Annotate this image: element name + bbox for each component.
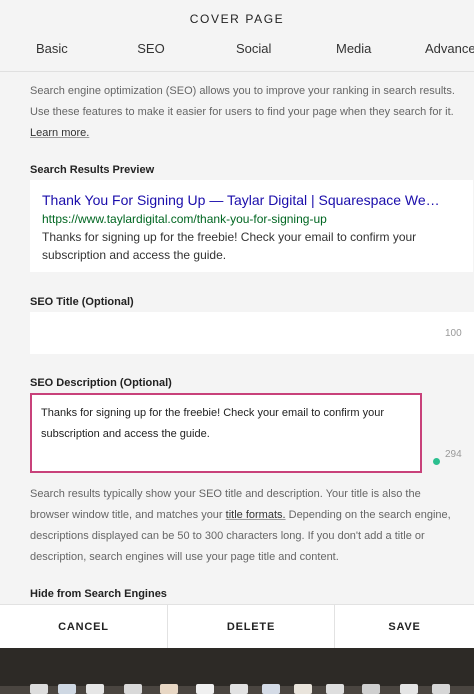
- seo-description-input[interactable]: Thanks for signing up for the freebie! C…: [30, 393, 422, 473]
- intro-body: Search engine optimization (SEO) allows …: [30, 85, 455, 118]
- learn-more-link[interactable]: Learn more.: [30, 127, 89, 139]
- dock-thumb[interactable]: [196, 684, 214, 694]
- seo-title-input[interactable]: [30, 312, 474, 354]
- tab-social[interactable]: Social: [236, 40, 271, 72]
- panel-header: COVER PAGE Basic SEO Social Media Advanc…: [0, 0, 474, 72]
- intro-text: Search engine optimization (SEO) allows …: [30, 81, 455, 144]
- help-text: Search results typically show your SEO t…: [30, 484, 455, 568]
- dock-thumb[interactable]: [124, 684, 142, 694]
- page-title: COVER PAGE: [189, 12, 285, 26]
- tab-bar: Basic SEO Social Media Advance: [0, 40, 474, 72]
- dock-thumb[interactable]: [30, 684, 48, 694]
- search-results-preview: Thank You For Signing Up — Taylar Digita…: [30, 180, 473, 272]
- dock-thumb[interactable]: [362, 684, 380, 694]
- dock-thumb[interactable]: [400, 684, 418, 694]
- preview-description: Thanks for signing up for the freebie! C…: [42, 230, 417, 262]
- dock-thumb[interactable]: [86, 684, 104, 694]
- dock-thumb[interactable]: [432, 684, 450, 694]
- preview-title: Thank You For Signing Up — Taylar Digita…: [42, 192, 440, 208]
- hide-from-search-engines-label: Hide from Search Engines: [30, 588, 167, 600]
- tab-media[interactable]: Media: [336, 40, 371, 72]
- seo-description-counter: 294: [445, 449, 462, 460]
- cancel-button[interactable]: CANCEL: [0, 605, 167, 649]
- dock-thumb[interactable]: [294, 684, 312, 694]
- delete-button[interactable]: DELETE: [167, 605, 335, 649]
- title-formats-link[interactable]: title formats.: [226, 509, 286, 521]
- save-button[interactable]: SAVE: [335, 605, 474, 649]
- tab-seo[interactable]: SEO: [100, 40, 202, 72]
- dock-thumb[interactable]: [230, 684, 248, 694]
- preview-label: Search Results Preview: [30, 164, 155, 176]
- preview-url: https://www.taylardigital.com/thank-you-…: [42, 212, 327, 226]
- seo-title-label: SEO Title (Optional): [30, 296, 134, 308]
- seo-description-label: SEO Description (Optional): [30, 377, 172, 389]
- dock-thumb[interactable]: [58, 684, 76, 694]
- tab-advanced[interactable]: Advance: [425, 40, 474, 72]
- status-dot-icon: [433, 458, 440, 465]
- dock-thumb[interactable]: [326, 684, 344, 694]
- dock-thumb[interactable]: [160, 684, 178, 694]
- tab-basic[interactable]: Basic: [36, 40, 68, 72]
- action-footer: CANCEL DELETE SAVE: [0, 604, 474, 649]
- dock-thumb[interactable]: [262, 684, 280, 694]
- desktop-dock: [0, 648, 474, 694]
- seo-panel[interactable]: Search engine optimization (SEO) allows …: [0, 72, 474, 604]
- seo-title-counter: 100: [445, 328, 462, 339]
